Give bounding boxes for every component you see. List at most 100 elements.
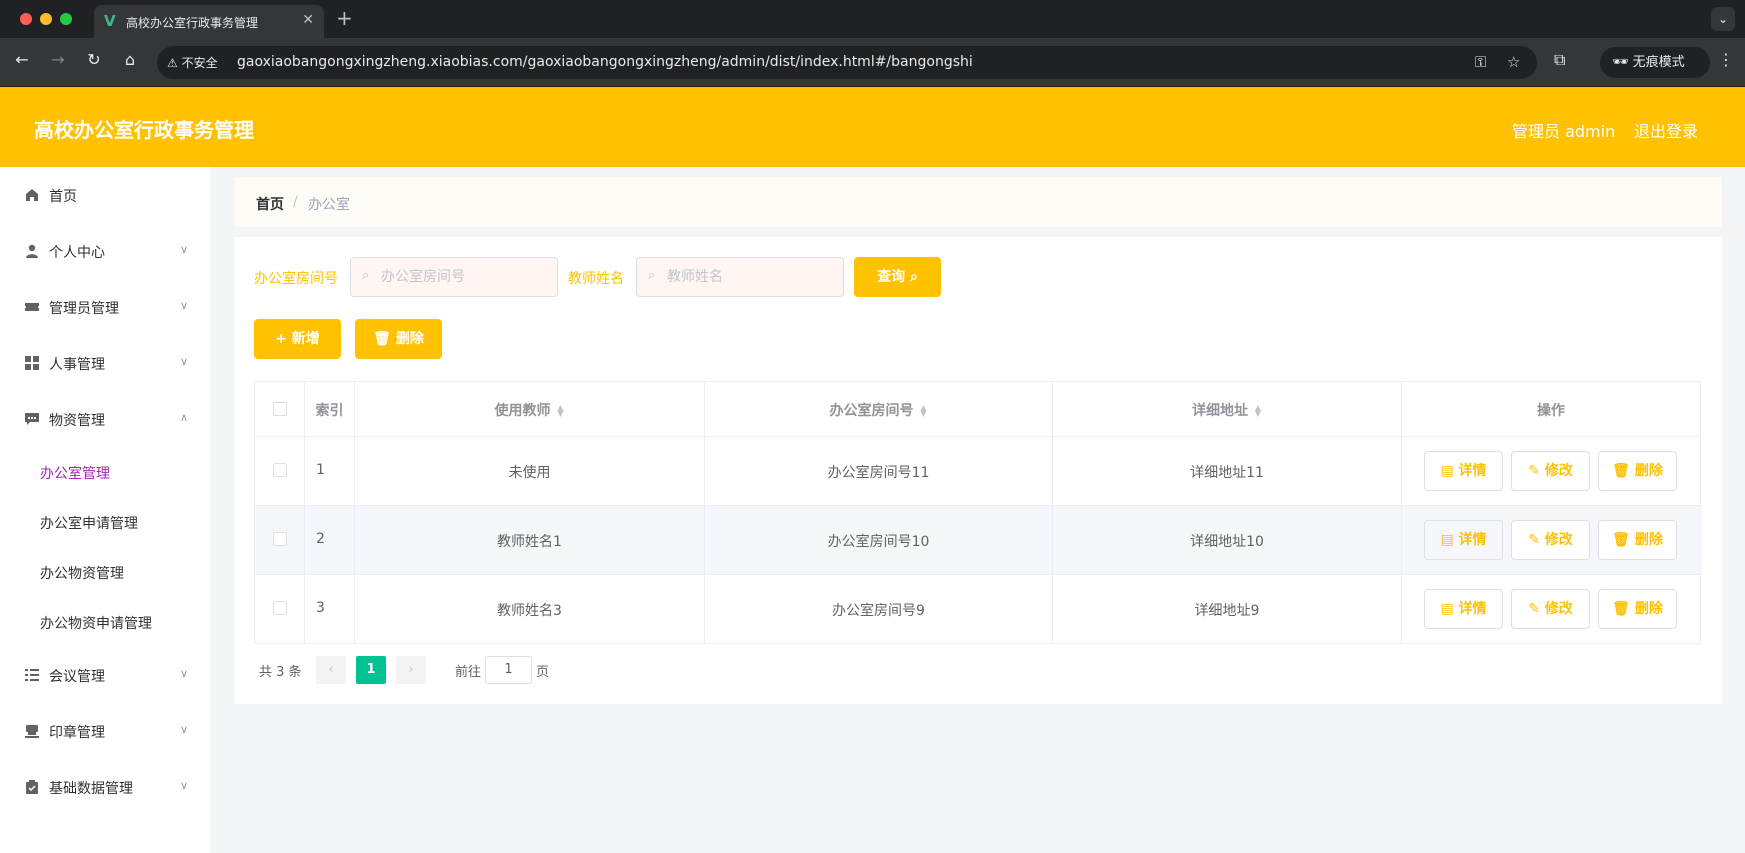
sort-icon[interactable]: ▲ ▼ <box>1254 404 1262 418</box>
header-teacher-cell[interactable]: 使用教师 ▲ ▼ <box>355 382 705 436</box>
sort-icon[interactable]: ▲ ▼ <box>557 404 565 418</box>
close-window-button[interactable] <box>20 13 32 25</box>
sidebar-item-label: 物资管理 <box>49 413 105 429</box>
delete-button[interactable]: 🗑 删除 <box>1598 520 1677 560</box>
home-icon[interactable]: ⌂ <box>118 50 142 69</box>
page-number-current[interactable]: 1 <box>356 656 386 684</box>
trash-icon: 🗑 <box>1612 532 1630 548</box>
forward-icon[interactable]: → <box>46 50 70 69</box>
reload-icon[interactable]: ↻ <box>82 50 106 69</box>
breadcrumb-home[interactable]: 首页 <box>256 194 284 214</box>
header-operation: 操作 <box>1537 403 1565 419</box>
sidebar-item-label: 管理员管理 <box>49 301 119 317</box>
close-icon[interactable]: ✕ <box>302 12 314 28</box>
incognito-indicator[interactable]: 🕶 无痕模式 <box>1600 47 1710 78</box>
header-room-cell[interactable]: 办公室房间号 ▲ ▼ <box>705 382 1053 436</box>
sidebar-item-basic-data[interactable]: 基础数据管理 ∨ <box>0 767 210 807</box>
extensions-icon[interactable]: ⧉ <box>1554 50 1565 70</box>
submenu-item-office-application[interactable]: 办公室申请管理 <box>40 513 138 533</box>
stamp-icon <box>25 725 39 738</box>
row-checkbox[interactable] <box>273 532 287 546</box>
row-checkbox[interactable] <box>273 463 287 477</box>
delete-label: 删除 <box>1634 601 1663 617</box>
chevron-down-icon: ∨ <box>180 723 189 736</box>
pagination-total: 共 3 条 <box>259 665 302 680</box>
goto-page-input[interactable]: 1 <box>485 656 532 684</box>
detail-label: 详情 <box>1458 601 1487 617</box>
batch-delete-button[interactable]: 🗑 删除 <box>355 319 442 359</box>
teacher-name-input[interactable] <box>667 267 835 287</box>
chevron-down-icon[interactable]: ⌄ <box>1711 7 1735 31</box>
edit-label: 修改 <box>1544 532 1573 548</box>
sidebar-item-personal-center[interactable]: 个人中心 ∨ <box>0 231 210 271</box>
star-icon[interactable]: ☆ <box>1507 53 1520 71</box>
sidebar-item-home[interactable]: 首页 <box>0 175 210 215</box>
row-room: 办公室房间号10 <box>827 534 930 550</box>
clipboard-icon <box>26 780 38 794</box>
detail-button[interactable]: ▤ 详情 <box>1424 451 1503 491</box>
room-number-input[interactable] <box>381 267 549 287</box>
room-number-search-field[interactable]: ⌕ <box>350 257 558 297</box>
search-icon: ⌕ <box>648 268 656 283</box>
more-menu-icon[interactable]: ⋮ <box>1718 50 1734 69</box>
delete-button[interactable]: 🗑 删除 <box>1598 589 1677 629</box>
current-user-label: 管理员 admin <box>1512 122 1616 141</box>
detail-button[interactable]: ▤ 详情 <box>1424 520 1503 560</box>
table-row: 2 教师姓名1 办公室房间号10 详细地址10 ▤ 详情 ✎ 修改 🗑 删除 <box>255 506 1700 575</box>
edit-button[interactable]: ✎ 修改 <box>1511 589 1590 629</box>
edit-button[interactable]: ✎ 修改 <box>1511 451 1590 491</box>
sidebar-item-materials-management[interactable]: 物资管理 ∧ <box>0 399 210 439</box>
query-button[interactable]: 查询 ⌕ <box>854 257 941 297</box>
delete-button[interactable]: 🗑 删除 <box>1598 451 1677 491</box>
chevron-down-icon: ∨ <box>180 355 189 368</box>
chevron-up-icon: ∧ <box>180 411 189 424</box>
submenu-item-office-supplies[interactable]: 办公物资管理 <box>40 563 124 583</box>
list-icon <box>25 669 39 681</box>
header-operation-cell: 操作 <box>1402 382 1700 436</box>
maximize-window-button[interactable] <box>60 13 72 25</box>
browser-tab[interactable]: V 高校办公室行政事务管理 ✕ <box>94 5 324 38</box>
security-indicator[interactable]: ⚠ 不安全 <box>167 54 218 71</box>
row-teacher: 教师姓名3 <box>497 603 562 619</box>
trash-icon: 🗑 <box>373 331 391 347</box>
add-button-label: 新增 <box>291 331 320 347</box>
teacher-name-search-field[interactable]: ⌕ <box>636 257 844 297</box>
user-icon <box>26 244 38 258</box>
chevron-down-icon: ∨ <box>180 779 189 792</box>
edit-button[interactable]: ✎ 修改 <box>1511 520 1590 560</box>
select-all-checkbox[interactable] <box>273 402 287 416</box>
new-tab-icon[interactable]: + <box>336 7 353 29</box>
office-table: 索引 使用教师 ▲ ▼ 办公室房间号 ▲ ▼ 详细地址 ▲ ▼ 操作 1 未使用 办公室房间… <box>254 381 1701 644</box>
back-icon[interactable]: ← <box>10 50 34 69</box>
prev-page-button[interactable]: ‹ <box>316 656 346 684</box>
chevron-down-icon: ∨ <box>180 243 189 256</box>
detail-button[interactable]: ▤ 详情 <box>1424 589 1503 629</box>
sidebar-item-label: 基础数据管理 <box>49 781 133 797</box>
submenu-item-office-management[interactable]: 办公室管理 <box>40 463 110 483</box>
tab-title: 高校办公室行政事务管理 <box>126 16 259 30</box>
next-page-button[interactable]: › <box>396 656 426 684</box>
address-bar[interactable]: ⚠ 不安全 gaoxiaobangongxingzheng.xiaobias.c… <box>157 46 1537 79</box>
url-text[interactable]: gaoxiaobangongxingzheng.xiaobias.com/gao… <box>237 54 973 70</box>
row-address: 详细地址11 <box>1190 465 1264 481</box>
sort-icon[interactable]: ▲ ▼ <box>920 404 928 418</box>
submenu-item-supplies-application[interactable]: 办公物资申请管理 <box>40 613 152 633</box>
header-address-cell[interactable]: 详细地址 ▲ ▼ <box>1053 382 1402 436</box>
sidebar-item-hr-management[interactable]: 人事管理 ∨ <box>0 343 210 383</box>
page-suffix: 页 <box>536 665 550 680</box>
add-button[interactable]: + 新增 <box>254 319 341 359</box>
app-title: 高校办公室行政事务管理 <box>34 118 254 142</box>
row-checkbox[interactable] <box>273 601 287 615</box>
header-index: 索引 <box>315 403 344 419</box>
sidebar-item-meeting-management[interactable]: 会议管理 ∨ <box>0 655 210 695</box>
sidebar-item-label: 会议管理 <box>49 669 105 685</box>
minimize-window-button[interactable] <box>40 13 52 25</box>
sidebar-item-admin-management[interactable]: 管理员管理 ∨ <box>0 287 210 327</box>
logout-link[interactable]: 退出登录 <box>1634 118 1698 142</box>
breadcrumb-current: 办公室 <box>308 197 350 213</box>
key-icon[interactable]: ⚿ <box>1475 53 1486 71</box>
sidebar-item-seal-management[interactable]: 印章管理 ∨ <box>0 711 210 751</box>
teacher-name-label: 教师姓名 <box>568 271 624 287</box>
browser-toolbar: ← → ↻ ⌂ ⚠ 不安全 gaoxiaobangongxingzheng.xi… <box>0 38 1745 87</box>
chat-icon <box>25 413 39 425</box>
